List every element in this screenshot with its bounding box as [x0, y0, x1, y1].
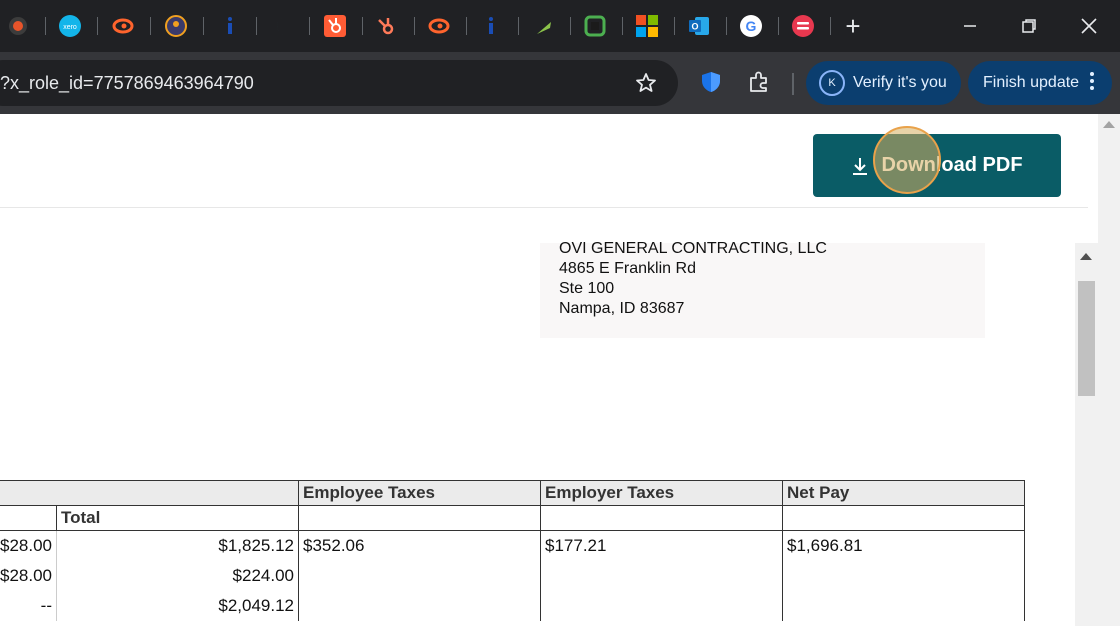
download-pdf-button[interactable]: Download PDF: [813, 134, 1061, 197]
document-scrollbar[interactable]: [1075, 243, 1098, 626]
column-header-total: Total: [56, 505, 299, 531]
tab-separator: [150, 17, 151, 35]
square-app-icon[interactable]: [583, 14, 607, 38]
table-cell: [540, 560, 783, 591]
outlook-icon[interactable]: O: [687, 14, 711, 38]
google-icon[interactable]: G: [739, 14, 763, 38]
column-header-employer-taxes: Employer Taxes: [540, 480, 783, 506]
tab-separator: [362, 17, 363, 35]
tab-separator: [45, 17, 46, 35]
tab-separator: [97, 17, 98, 35]
table-subheader-cell: [782, 505, 1025, 531]
company-name: OVI GENERAL CONTRACTING, LLC: [559, 240, 827, 257]
crescent-icon[interactable]: [270, 14, 294, 38]
table-row: -- $2,049.12: [0, 590, 1025, 621]
column-header-employee-taxes: Employee Taxes: [298, 480, 541, 506]
address-bar[interactable]: ?x_role_id=7757869463964790: [0, 60, 678, 106]
browser-toolbar: ?x_role_id=7757869463964790 K Verify it'…: [0, 52, 1120, 114]
table-cell: [298, 590, 541, 621]
info-icon[interactable]: [218, 14, 242, 38]
table-subheader-cell: [540, 505, 783, 531]
semrush-icon[interactable]: [111, 14, 135, 38]
tab-strip: xero O G +: [0, 0, 1120, 52]
table-cell: $1,696.81: [782, 530, 1025, 561]
finish-update-label: Finish update: [983, 74, 1080, 91]
tab-separator: [414, 17, 415, 35]
hubspot-icon[interactable]: [323, 14, 347, 38]
shield-icon[interactable]: [696, 67, 726, 97]
table-subheader-cell: [0, 505, 57, 531]
info-icon[interactable]: [479, 14, 503, 38]
table-cell: $2,049.12: [56, 590, 299, 621]
tab-separator: [256, 17, 257, 35]
tab-separator: [830, 17, 831, 35]
table-cell: [782, 590, 1025, 621]
star-icon[interactable]: [631, 68, 661, 98]
table-cell: [782, 560, 1025, 591]
table-header-cell: [0, 480, 299, 506]
finish-update-button[interactable]: Finish update: [968, 61, 1112, 105]
address-street: 4865 E Franklin Rd: [559, 260, 696, 277]
table-cell: $224.00: [56, 560, 299, 591]
microsoft-icon[interactable]: [635, 14, 659, 38]
header-divider: [0, 207, 1088, 208]
tab-separator: [518, 17, 519, 35]
table-cell: $1,825.12: [56, 530, 299, 561]
column-header-net-pay: Net Pay: [782, 480, 1025, 506]
paystub-document: OVI GENERAL CONTRACTING, LLC 4865 E Fran…: [0, 240, 1098, 626]
scrollbar-thumb[interactable]: [1078, 281, 1095, 396]
download-icon: [851, 156, 869, 176]
more-menu-icon[interactable]: [1089, 71, 1095, 96]
address-suite: Ste 100: [559, 280, 615, 297]
tab-separator: [778, 17, 779, 35]
extensions-icon[interactable]: [744, 67, 774, 97]
table-cell: $177.21: [540, 530, 783, 561]
restore-icon[interactable]: [1013, 10, 1045, 42]
leaf-icon[interactable]: [532, 14, 556, 38]
table-header-row: Employee Taxes Employer Taxes Net Pay: [0, 480, 1025, 506]
url-text[interactable]: ?x_role_id=7757869463964790: [0, 73, 254, 94]
address-city: Nampa, ID 83687: [559, 300, 685, 317]
hubspot-sprocket-icon[interactable]: [374, 14, 398, 38]
avatar: K: [819, 70, 845, 96]
tab-separator: [203, 17, 204, 35]
page-content: Download PDF OVI GENERAL CONTRACTING, LL…: [0, 114, 1120, 626]
table-cell: [540, 590, 783, 621]
scroll-up-arrow-icon[interactable]: [1080, 253, 1092, 260]
table-row: $28.00 $224.00: [0, 560, 1025, 591]
table-cell: --: [0, 590, 57, 621]
tab-separator: [674, 17, 675, 35]
company-address: OVI GENERAL CONTRACTING, LLC 4865 E Fran…: [540, 240, 985, 338]
close-icon[interactable]: [1073, 10, 1105, 42]
scroll-up-arrow-icon[interactable]: [1103, 121, 1115, 128]
xero-icon[interactable]: xero: [58, 14, 82, 38]
svg-text:G: G: [746, 18, 757, 34]
table-cell: $28.00: [0, 530, 57, 561]
toolbar-separator: [792, 73, 794, 95]
table-subheader-cell: [298, 505, 541, 531]
pay-summary-table: Employee Taxes Employer Taxes Net Pay To…: [0, 480, 1025, 621]
minimize-icon[interactable]: [954, 10, 986, 42]
tab-separator: [309, 17, 310, 35]
tab-separator: [570, 17, 571, 35]
verify-its-you-button[interactable]: K Verify it's you: [806, 61, 961, 105]
tab-separator: [622, 17, 623, 35]
table-subheader-row: Total: [0, 505, 1025, 531]
record-icon[interactable]: [6, 14, 30, 38]
tab-separator: [726, 17, 727, 35]
new-tab-button[interactable]: +: [841, 11, 865, 41]
semrush-icon[interactable]: [427, 14, 451, 38]
tab-separator: [466, 17, 467, 35]
table-cell: [298, 560, 541, 591]
table-row: $28.00 $1,825.12 $352.06 $177.21 $1,696.…: [0, 530, 1025, 561]
table-cell: $28.00: [0, 560, 57, 591]
svg-text:O: O: [691, 22, 698, 32]
page-scrollbar[interactable]: [1098, 114, 1120, 626]
svg-text:xero: xero: [63, 24, 77, 31]
download-pdf-label: Download PDF: [881, 154, 1023, 176]
table-cell: $352.06: [298, 530, 541, 561]
red-app-icon[interactable]: [791, 14, 815, 38]
profile-icon[interactable]: [164, 14, 188, 38]
verify-label: Verify it's you: [853, 74, 947, 91]
